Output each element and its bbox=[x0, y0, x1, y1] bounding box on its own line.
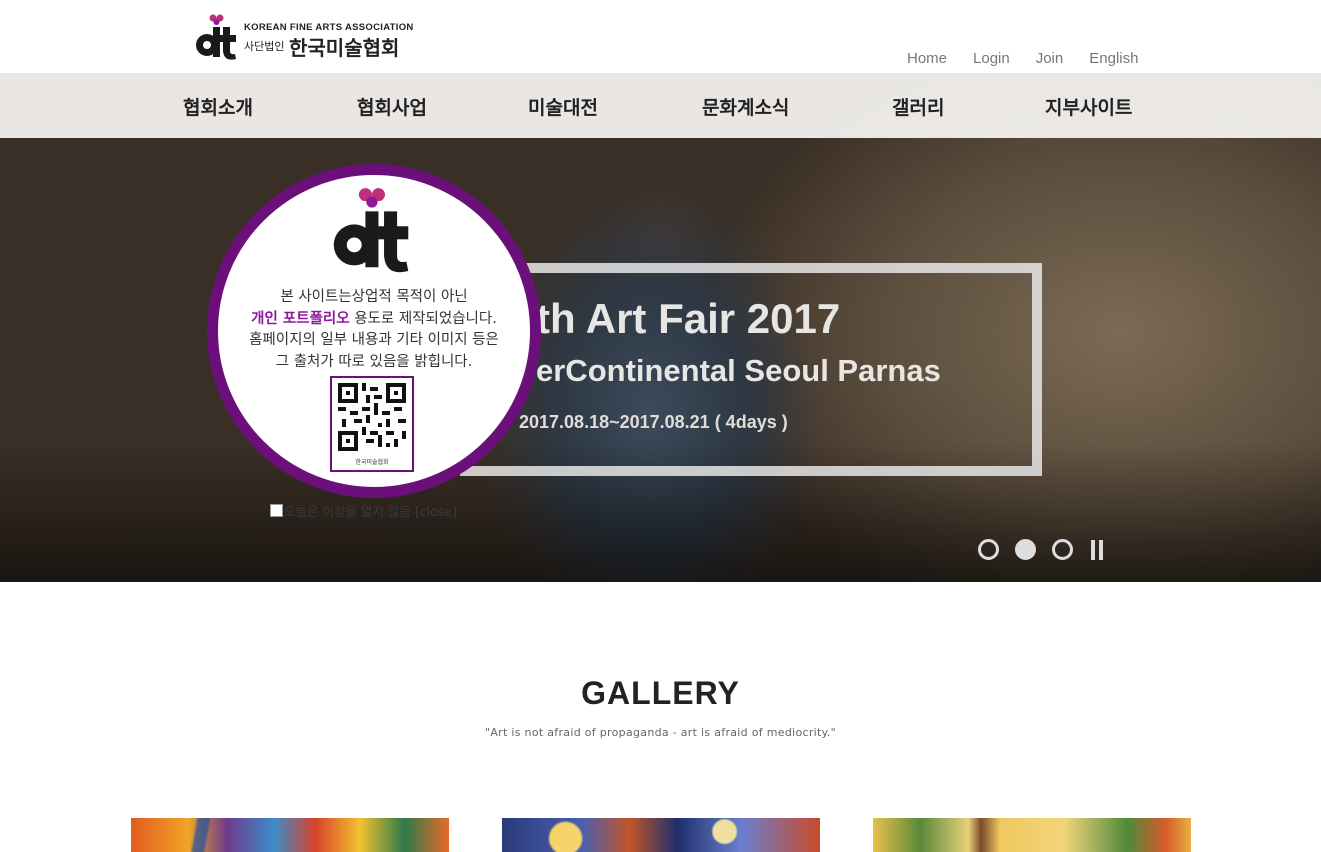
util-link-login[interactable]: Login bbox=[973, 50, 1010, 67]
hero-slider: th Art Fair 2017 erContinental Seoul Par… bbox=[0, 73, 1321, 582]
slide-venue: erContinental Seoul Parnas bbox=[536, 353, 941, 388]
nav-item-gallery[interactable]: 갤러리 bbox=[892, 93, 944, 120]
util-link-english[interactable]: English bbox=[1089, 50, 1138, 67]
popup-close-option[interactable]: 오늘은 이창을 열지 않음 [close] bbox=[270, 501, 457, 520]
popup-line-3: 홈페이지의 일부 내용과 기타 이미지 등은 bbox=[249, 332, 499, 348]
site-header: KOREAN FINE ARTS ASSOCIATION 사단법인 한국미술협회… bbox=[0, 0, 1321, 73]
slider-dot-2[interactable] bbox=[1015, 539, 1036, 560]
utility-nav: Home Login Join English bbox=[907, 50, 1138, 67]
nav-item-about[interactable]: 협회소개 bbox=[183, 93, 253, 120]
qr-code-icon bbox=[338, 383, 406, 451]
qr-caption: 한국미술협회 bbox=[355, 459, 389, 466]
slide-dates: 2017.08.18~2017.08.21 ( 4days ) bbox=[519, 412, 788, 432]
qr-code: 한국미술협회 bbox=[330, 376, 414, 472]
popup-line-1: 본 사이트는상업적 목적이 아닌 bbox=[280, 289, 468, 305]
nav-item-news[interactable]: 문화계소식 bbox=[702, 93, 789, 120]
util-link-home[interactable]: Home bbox=[907, 50, 947, 67]
pause-icon[interactable] bbox=[1091, 539, 1103, 560]
popup-line-2: 개인 포트폴리오 용도로 제작되었습니다. bbox=[251, 310, 497, 327]
site-logo[interactable]: KOREAN FINE ARTS ASSOCIATION 사단법인 한국미술협회 bbox=[194, 13, 424, 63]
logo-korean-prefix: 사단법인 bbox=[244, 40, 285, 53]
nav-item-exhibition[interactable]: 미술대전 bbox=[528, 93, 598, 120]
logo-korean-name: 한국미술협회 bbox=[289, 36, 400, 60]
slider-dot-3[interactable] bbox=[1052, 539, 1073, 560]
gallery-thumbnail-3[interactable] bbox=[873, 818, 1191, 852]
dt-logo-icon bbox=[196, 14, 236, 60]
slider-controls bbox=[978, 539, 1103, 560]
popup-highlight: 개인 포트폴리오 bbox=[251, 310, 350, 327]
main-nav: 협회소개 협회사업 미술대전 문화계소식 갤러리 지부사이트 bbox=[0, 73, 1321, 138]
dt-logo-icon bbox=[333, 188, 409, 273]
gallery-thumbnail-1[interactable] bbox=[131, 818, 449, 852]
nav-item-business[interactable]: 협회사업 bbox=[357, 93, 427, 120]
slide-title: th Art Fair 2017 bbox=[536, 295, 841, 342]
popup-close-label[interactable]: 오늘은 이창을 열지 않음 [close] bbox=[284, 501, 457, 520]
dont-show-today-checkbox[interactable] bbox=[270, 504, 283, 517]
slider-dot-1[interactable] bbox=[978, 539, 999, 560]
popup-line-4: 그 출처가 따로 있음을 밝힙니다. bbox=[275, 353, 473, 370]
gallery-thumbnail-2[interactable] bbox=[502, 818, 820, 852]
gallery-title: GALLERY bbox=[581, 675, 740, 711]
nav-item-branch-sites[interactable]: 지부사이트 bbox=[1045, 93, 1132, 120]
popup-message: 본 사이트는상업적 목적이 아닌 개인 포트폴리오 용도로 제작되었습니다. 홈… bbox=[218, 287, 530, 373]
util-link-join[interactable]: Join bbox=[1036, 50, 1064, 67]
notice-popup: 본 사이트는상업적 목적이 아닌 개인 포트폴리오 용도로 제작되었습니다. 홈… bbox=[207, 164, 541, 498]
gallery-quote: "Art is not afraid of propaganda - art i… bbox=[484, 726, 837, 739]
